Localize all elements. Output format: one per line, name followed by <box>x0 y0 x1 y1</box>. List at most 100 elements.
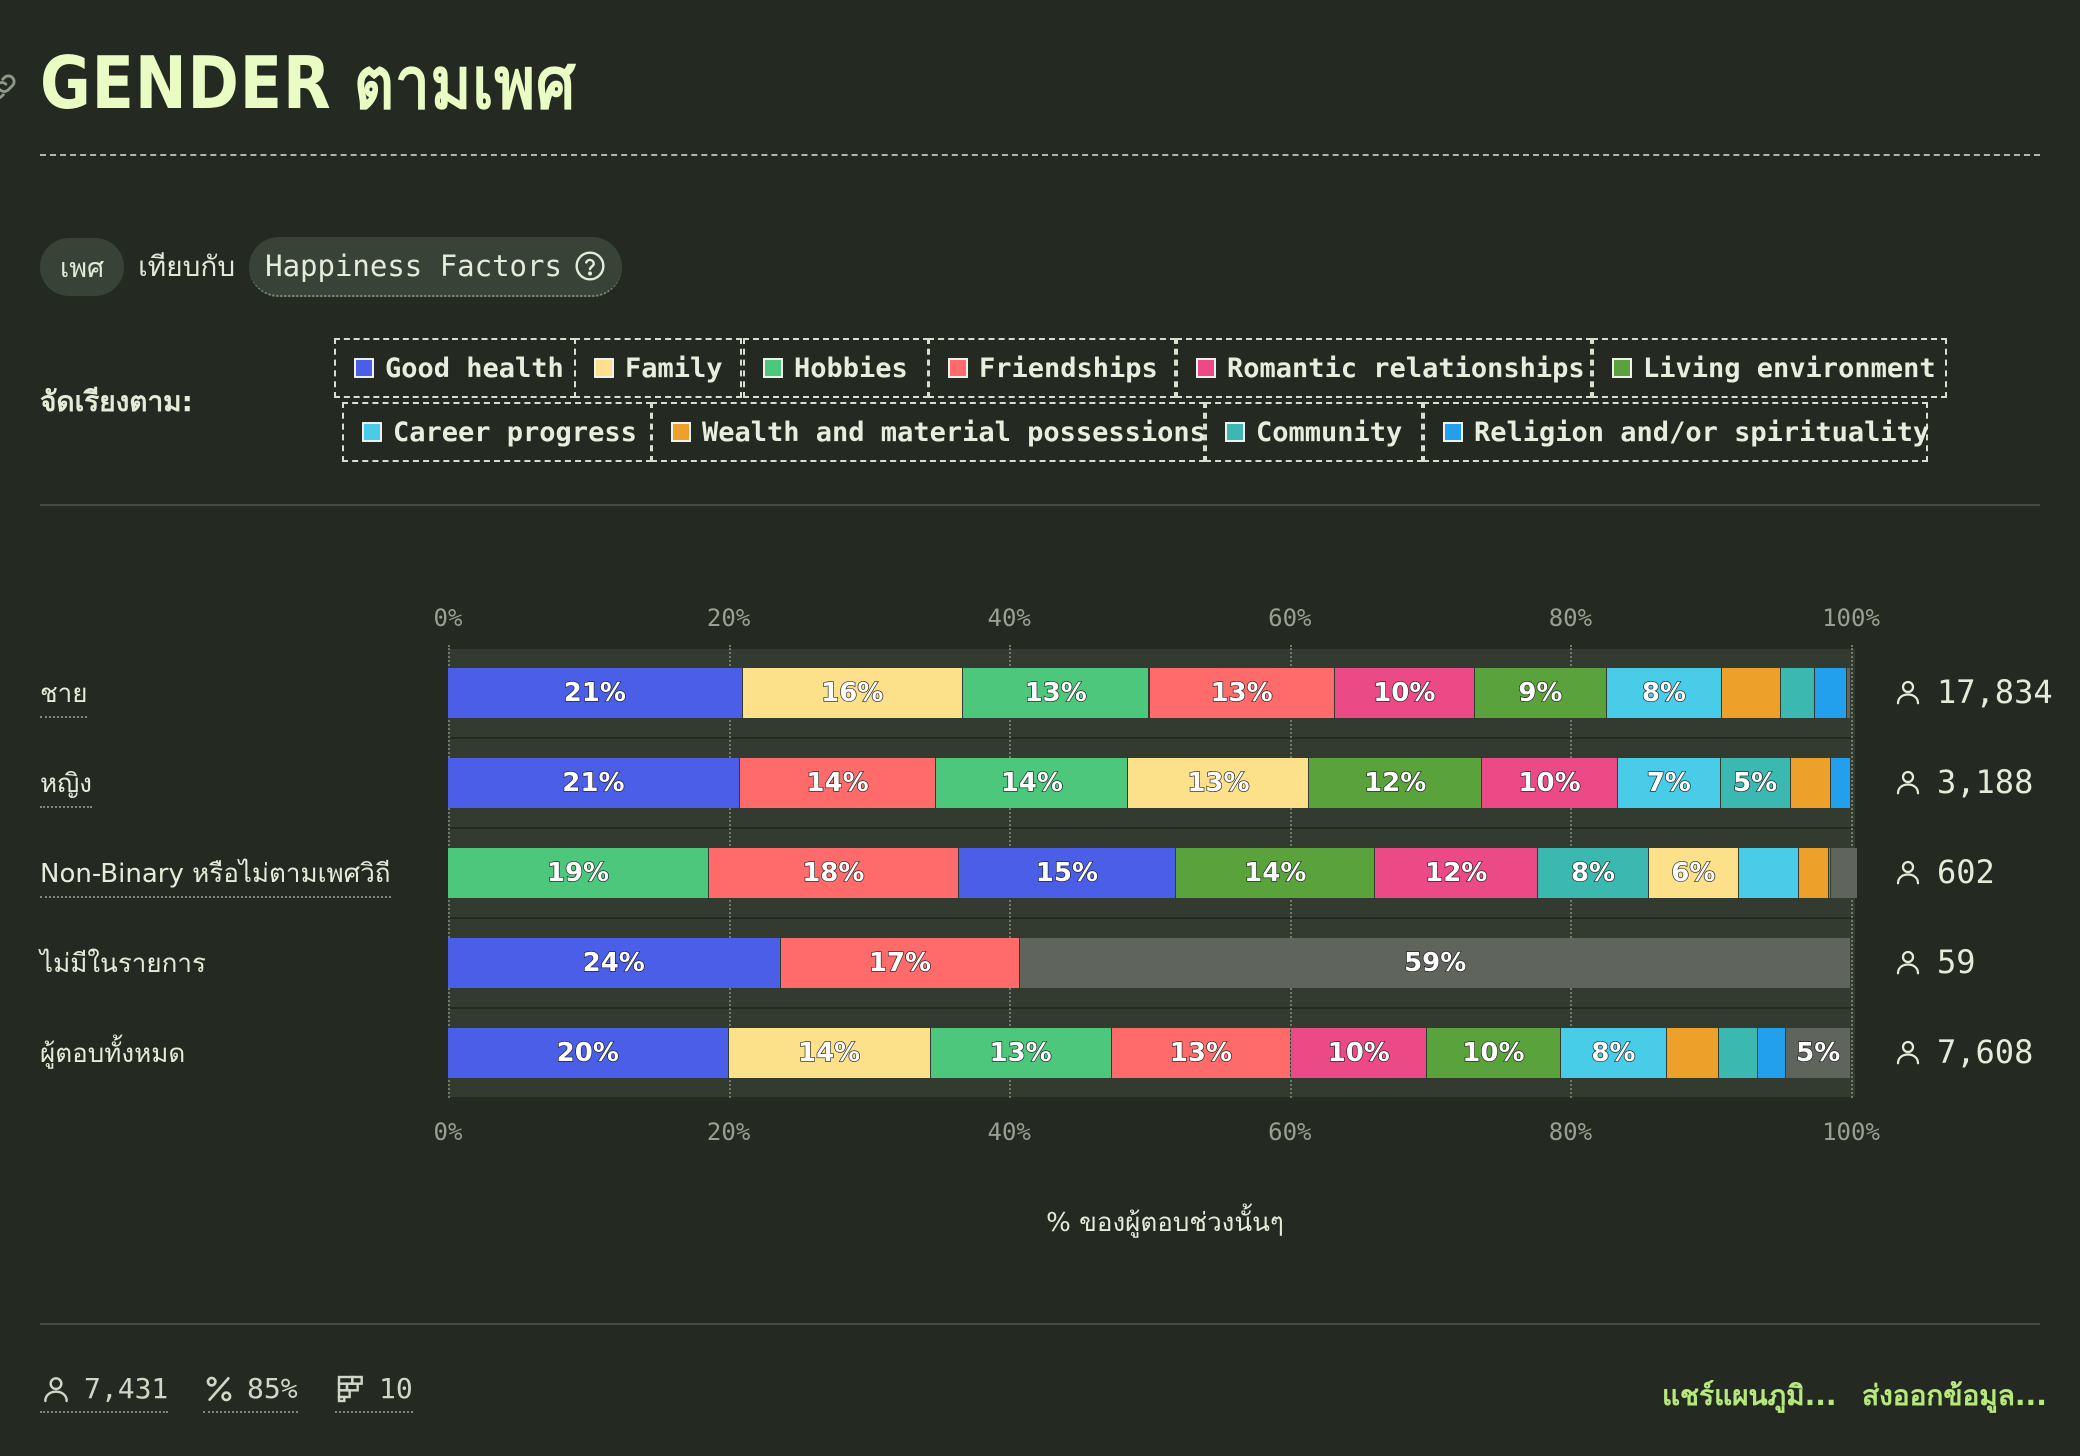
legend-chip-religion-and-or-spirituality[interactable]: Religion and/or spirituality <box>1423 402 1929 462</box>
bar-segment[interactable] <box>1814 668 1846 718</box>
bar-segment[interactable]: 8% <box>1560 1028 1667 1078</box>
row-label[interactable]: หญิง <box>40 763 92 808</box>
respondent-stat[interactable]: 7,431 <box>40 1372 169 1413</box>
bar-segment[interactable]: 5% <box>1786 1028 1850 1078</box>
row-count-value: 59 <box>1937 943 1976 981</box>
bar-segment[interactable] <box>1738 848 1799 898</box>
x-tick-label-top: 80% <box>1548 604 1593 632</box>
row-label[interactable]: ชาย <box>40 673 88 718</box>
legend-label: Good health <box>385 352 564 384</box>
bar-segment[interactable] <box>1790 758 1831 808</box>
legend-chip-living-environment[interactable]: Living environment <box>1592 338 1947 398</box>
stacked-bars-icon <box>337 1375 363 1402</box>
bar-segment[interactable]: 12% <box>1309 758 1481 808</box>
bar-segment[interactable]: 13% <box>1111 1028 1291 1078</box>
legend-chip-family[interactable]: Family <box>574 338 742 398</box>
respondent-count: 7,431 <box>84 1372 169 1405</box>
bar-segment[interactable]: 6% <box>1648 848 1738 898</box>
bar-segment[interactable]: 13% <box>962 668 1149 718</box>
bar-segment[interactable] <box>1828 848 1831 898</box>
person-icon <box>1896 770 1920 795</box>
bar-segment[interactable]: 5% <box>1720 758 1790 808</box>
bar-segment-label: 5% <box>1732 767 1778 798</box>
factor-count-stat[interactable]: 10 <box>335 1372 413 1413</box>
person-icon <box>1896 1040 1920 1065</box>
bar-segment-label: 14% <box>1000 767 1064 798</box>
bar-segment[interactable]: 16% <box>742 668 962 718</box>
bar-segment[interactable]: 12% <box>1375 848 1538 898</box>
bar-segment[interactable]: 13% <box>930 1028 1111 1078</box>
bar-segment[interactable]: 24% <box>448 938 780 988</box>
bar-segment-label: 6% <box>1671 857 1716 888</box>
x-tick-label-top: 100% <box>1822 604 1880 632</box>
legend-chip-friendships[interactable]: Friendships <box>928 338 1176 398</box>
bar-segment[interactable] <box>1719 1028 1758 1078</box>
bar-segment[interactable]: 10% <box>1291 1028 1427 1078</box>
page-title: GENDER ตามเพศ <box>40 41 577 125</box>
bar-segment-label: 13% <box>1187 767 1251 798</box>
bar-segment[interactable]: 14% <box>739 758 936 808</box>
help-icon[interactable] <box>574 250 606 282</box>
bar-segment[interactable]: 8% <box>1538 848 1648 898</box>
bar-segment[interactable]: 8% <box>1606 668 1721 718</box>
percent-stat[interactable]: 85% <box>203 1372 298 1413</box>
legend-divider <box>40 504 2040 506</box>
bar-segment[interactable]: 17% <box>780 938 1020 988</box>
legend-chip-hobbies[interactable]: Hobbies <box>743 338 929 398</box>
share-chart-link[interactable]: แชร์แผนภูมิ... <box>1662 1374 1837 1418</box>
bar-segment[interactable]: 18% <box>708 848 958 898</box>
bar-segment[interactable]: 7% <box>1618 758 1720 808</box>
bar-segment[interactable]: 59% <box>1020 938 1850 988</box>
bar-segment[interactable]: 15% <box>958 848 1176 898</box>
bar-segment[interactable] <box>1780 668 1814 718</box>
legend-swatch <box>763 358 783 378</box>
bar-segment[interactable]: 14% <box>728 1028 930 1078</box>
bar-segment[interactable]: 13% <box>1149 668 1334 718</box>
legend-chip-romantic-relationships[interactable]: Romantic relationships <box>1176 338 1592 398</box>
metric-selector[interactable]: Happiness Factors <box>249 237 622 297</box>
factor-count-value: 10 <box>379 1372 413 1405</box>
bar-segment[interactable] <box>1799 848 1828 898</box>
person-icon <box>1896 950 1920 975</box>
bar-segment-label: 10% <box>1373 677 1437 708</box>
legend-swatch <box>1612 358 1632 378</box>
bar-segment[interactable]: 14% <box>936 758 1128 808</box>
bar-segment[interactable] <box>1831 758 1850 808</box>
person-icon <box>1896 680 1920 705</box>
bar-segment-label: 12% <box>1424 857 1488 888</box>
bar-segment[interactable]: 10% <box>1482 758 1618 808</box>
dimension-pill[interactable]: เพศ <box>40 238 125 296</box>
bar-segment[interactable]: 21% <box>448 758 739 808</box>
bar-segment[interactable]: 19% <box>448 848 708 898</box>
bar-segment-label: 13% <box>1024 677 1088 708</box>
bar-segment-label: 20% <box>556 1037 620 1068</box>
bar-segment[interactable]: 14% <box>1176 848 1375 898</box>
legend-swatch <box>671 422 691 442</box>
bar-segment[interactable]: 9% <box>1474 668 1606 718</box>
bar-segment[interactable] <box>1667 1028 1719 1078</box>
bar-segment[interactable] <box>1721 668 1780 718</box>
row-label: ผู้ตอบทั้งหมด <box>40 1039 186 1069</box>
legend-swatch <box>362 422 382 442</box>
legend-chip-wealth-and-material-possessions[interactable]: Wealth and material possessions <box>651 402 1206 462</box>
row-label: ไม่มีในรายการ <box>40 949 206 979</box>
x-tick-label-bottom: 0% <box>433 1118 463 1146</box>
legend-chip-career-progress[interactable]: Career progress <box>342 402 652 462</box>
link-icon[interactable] <box>0 70 20 104</box>
x-tick-label-top: 0% <box>433 604 463 632</box>
row-label[interactable]: Non-Binary หรือไม่ตามเพศวิถี <box>40 853 391 898</box>
export-data-link[interactable]: ส่งออกข้อมูล... <box>1862 1374 2047 1418</box>
row-count: 7,608 <box>1893 1033 2033 1071</box>
bar-segment[interactable] <box>1831 848 1857 898</box>
bar-segment[interactable]: 10% <box>1427 1028 1560 1078</box>
bar-segment[interactable]: 21% <box>448 668 742 718</box>
bar-segment[interactable] <box>1758 1028 1786 1078</box>
legend-chip-community[interactable]: Community <box>1205 402 1423 462</box>
bar-segment[interactable]: 20% <box>448 1028 728 1078</box>
bar-segment[interactable]: 10% <box>1334 668 1474 718</box>
bar-segment-label: 14% <box>1243 857 1307 888</box>
bar-segment[interactable] <box>1846 668 1850 718</box>
bar-segment[interactable]: 13% <box>1128 758 1309 808</box>
row-count: 602 <box>1893 853 1995 891</box>
legend-chip-good-health[interactable]: Good health <box>334 338 576 398</box>
